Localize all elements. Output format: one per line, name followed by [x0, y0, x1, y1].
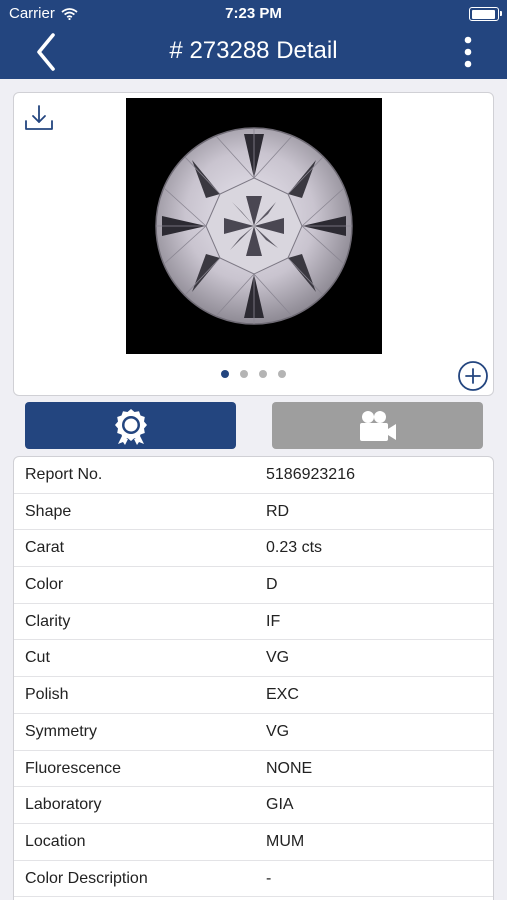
detail-label: Location — [25, 832, 86, 850]
diamond-photo — [155, 127, 353, 325]
diamond-image[interactable] — [126, 98, 382, 354]
detail-value: - — [266, 869, 272, 887]
detail-label: Report No. — [25, 466, 103, 483]
detail-label: Polish — [25, 686, 69, 704]
detail-row: Symmetry VG — [14, 714, 493, 751]
gallery-dot[interactable] — [259, 370, 267, 378]
certificate-button[interactable] — [25, 402, 236, 449]
zoom-button[interactable] — [457, 360, 489, 392]
download-button[interactable] — [24, 103, 54, 133]
video-button[interactable] — [272, 402, 483, 449]
detail-row: Laboratory GIA — [14, 787, 493, 824]
battery-icon — [469, 7, 502, 21]
detail-value: NONE — [266, 759, 313, 777]
plus-circle-icon — [458, 361, 488, 391]
detail-label: Shape — [25, 502, 72, 520]
gallery-dot[interactable] — [240, 370, 248, 378]
detail-label: Color — [25, 576, 64, 594]
detail-value: VG — [266, 649, 290, 667]
detail-value: RD — [266, 502, 290, 520]
gallery-dot[interactable] — [278, 370, 286, 378]
status-time: 7:23 PM — [225, 5, 282, 22]
detail-label: Color Description — [25, 869, 148, 887]
detail-row: Report No. 5186923216 — [14, 457, 493, 494]
video-camera-icon — [359, 410, 396, 441]
gallery-page-indicator — [14, 370, 493, 378]
detail-label: Fluorescence — [25, 759, 122, 777]
gallery-dot[interactable] — [221, 370, 229, 378]
detail-label: Cut — [25, 649, 50, 667]
detail-row: Color Description - — [14, 861, 493, 898]
detail-value: VG — [266, 722, 290, 740]
detail-value: 0.23 cts — [266, 539, 323, 557]
page-title: # 273288 Detail — [169, 37, 338, 64]
detail-row: Cut VG — [14, 640, 493, 678]
certificate-badge-icon — [114, 408, 147, 445]
detail-row: Clarity IF — [14, 604, 493, 641]
more-options-button[interactable] — [453, 34, 483, 74]
header: Carrier 7:23 PM # 273288 Detail — [0, 0, 507, 79]
detail-value: D — [266, 576, 278, 594]
detail-row: Fluorescence NONE — [14, 751, 493, 788]
detail-value: GIA — [266, 796, 294, 814]
detail-row: Shape RD — [14, 494, 493, 531]
detail-value: 5186923216 — [266, 466, 355, 483]
detail-row: Polish EXC — [14, 677, 493, 714]
status-bar: Carrier 7:23 PM — [0, 0, 507, 28]
details-table: Report No. 5186923216 Shape RD Carat 0.23 cts… — [13, 456, 494, 900]
image-gallery-card — [13, 92, 494, 396]
detail-label: Symmetry — [25, 722, 97, 740]
detail-label: Laboratory — [25, 796, 102, 814]
detail-value: EXC — [266, 686, 299, 704]
detail-value: MUM — [266, 832, 305, 850]
detail-row: Color D — [14, 567, 493, 604]
detail-row: Location MUM — [14, 824, 493, 861]
detail-value: IF — [266, 612, 281, 630]
diamond-detail-screen: Carrier 7:23 PM # 273288 Detail Report N… — [0, 0, 507, 900]
more-vertical-icon — [464, 36, 472, 68]
detail-row: Carat 0.23 cts — [14, 530, 493, 568]
detail-label: Clarity — [25, 612, 71, 630]
download-icon — [25, 105, 53, 130]
detail-label: Carat — [25, 539, 65, 557]
